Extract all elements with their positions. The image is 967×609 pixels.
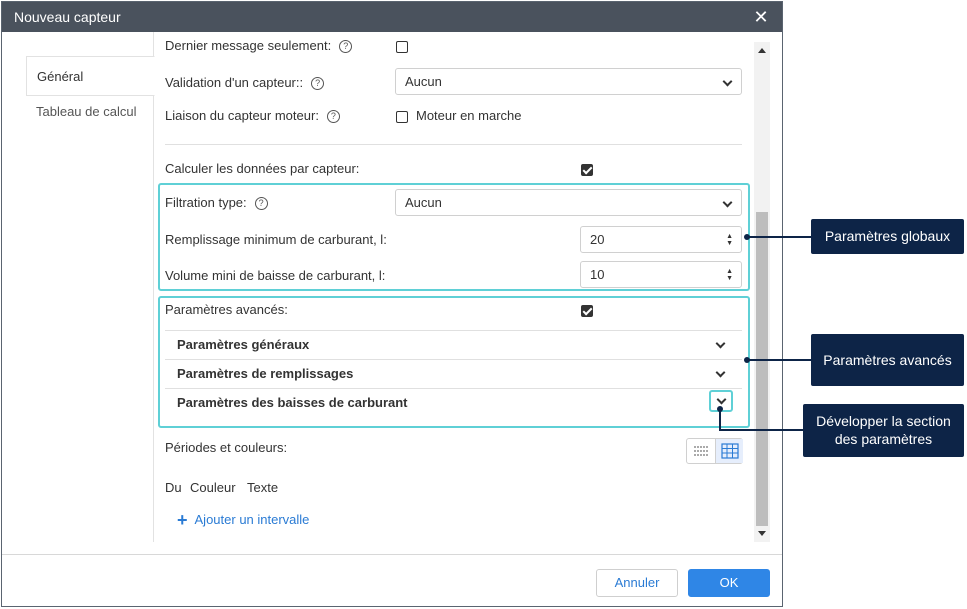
help-icon[interactable]: ?: [311, 77, 325, 90]
callout-leader: [747, 236, 811, 238]
callout-leader: [719, 409, 721, 431]
chevron-down-icon: [722, 76, 733, 87]
advanced-checkbox[interactable]: [581, 305, 593, 317]
cancel-button[interactable]: Annuler: [596, 569, 678, 597]
view-toggle-group: [686, 438, 743, 464]
tab-calculation-table[interactable]: Tableau de calcul: [26, 92, 154, 132]
list-view-button[interactable]: [687, 439, 715, 463]
add-interval-label: Ajouter un intervalle: [194, 512, 310, 527]
section-general-params[interactable]: Paramètres généraux: [177, 337, 309, 352]
plus-icon: +: [177, 510, 188, 530]
chevron-down-icon: [716, 394, 727, 405]
callout-leader: [719, 429, 803, 431]
min-fill-value: 20: [590, 232, 605, 247]
validation-row: Validation d'un capteur::?: [165, 75, 325, 90]
calc-per-sensor-checkbox[interactable]: [581, 164, 593, 176]
filtration-select[interactable]: Aucun: [395, 189, 742, 216]
tab-list: Général Tableau de calcul: [26, 32, 155, 542]
section-drain-params[interactable]: Paramètres des baisses de carburant: [177, 395, 408, 410]
content-scrollbar[interactable]: [754, 42, 770, 542]
callout-expand-line2: des paramètres: [834, 431, 933, 447]
add-interval-link[interactable]: + Ajouter un intervalle: [177, 510, 309, 531]
filtration-select-value: Aucun: [405, 195, 442, 210]
list-view-icon: [694, 446, 708, 456]
last-message-row: Dernier message seulement:?: [165, 38, 353, 53]
validation-select[interactable]: Aucun: [395, 68, 742, 95]
callout-expand-section: Développer la section des paramètres: [803, 404, 964, 457]
table-view-icon: [721, 443, 739, 459]
min-drain-label: Volume mini de baisse de carburant, l:: [165, 268, 386, 283]
dialog-titlebar: Nouveau capteur ✕: [2, 2, 782, 32]
new-sensor-dialog: Nouveau capteur ✕ Général Tableau de cal…: [1, 1, 783, 607]
validation-label: Validation d'un capteur::: [165, 75, 304, 90]
general-tab-content: Dernier message seulement:? Validation d…: [154, 32, 754, 542]
dialog-title: Nouveau capteur: [14, 9, 121, 25]
engine-on-checkbox[interactable]: [396, 111, 408, 123]
ok-button[interactable]: OK: [688, 569, 770, 597]
divider: [165, 330, 742, 331]
col-from: Du: [165, 480, 182, 495]
divider: [165, 388, 742, 389]
min-fill-label: Remplissage minimum de carburant, l:: [165, 232, 387, 247]
section-fill-params[interactable]: Paramètres de remplissages: [177, 366, 353, 381]
callout-advanced-params: Paramètres avancés: [811, 334, 964, 386]
engine-link-row: Liaison du capteur moteur:?: [165, 108, 340, 123]
validation-select-value: Aucun: [405, 74, 442, 89]
min-drain-input[interactable]: 10 ▲ ▼: [580, 261, 742, 288]
min-fill-input[interactable]: 20 ▲ ▼: [580, 226, 742, 253]
filtration-row: Filtration type:?: [165, 195, 268, 210]
divider: [165, 144, 742, 145]
scrollbar-thumb[interactable]: [756, 212, 768, 526]
engine-link-label: Liaison du capteur moteur:: [165, 108, 319, 123]
close-icon[interactable]: ✕: [752, 6, 770, 28]
table-view-button[interactable]: [715, 439, 743, 463]
tab-general[interactable]: Général: [26, 56, 155, 96]
filtration-label: Filtration type:: [165, 195, 247, 210]
help-icon[interactable]: ?: [254, 197, 268, 210]
periods-label: Périodes et couleurs:: [165, 440, 288, 455]
last-message-checkbox[interactable]: [396, 41, 408, 53]
divider: [165, 359, 742, 360]
last-message-label: Dernier message seulement:: [165, 38, 332, 53]
scroll-up-icon[interactable]: [758, 48, 766, 53]
help-icon[interactable]: ?: [326, 110, 340, 123]
spin-arrows-icon[interactable]: ▲ ▼: [726, 268, 733, 282]
spin-arrows-icon[interactable]: ▲ ▼: [726, 233, 733, 247]
dialog-footer: Annuler OK: [2, 554, 782, 606]
scroll-down-icon[interactable]: [758, 531, 766, 536]
col-color: Couleur: [190, 480, 236, 495]
chevron-down-icon: [722, 197, 733, 208]
col-text: Texte: [247, 480, 279, 495]
callout-expand-line1: Développer la section: [816, 413, 951, 429]
callout-global-params: Paramètres globaux: [811, 219, 964, 254]
engine-on-label: Moteur en marche: [416, 108, 522, 123]
help-icon[interactable]: ?: [339, 40, 353, 53]
callout-leader: [747, 359, 811, 361]
calc-per-sensor-label: Calculer les données par capteur:: [165, 161, 360, 176]
min-drain-value: 10: [590, 267, 605, 282]
advanced-label: Paramètres avancés:: [165, 302, 288, 317]
